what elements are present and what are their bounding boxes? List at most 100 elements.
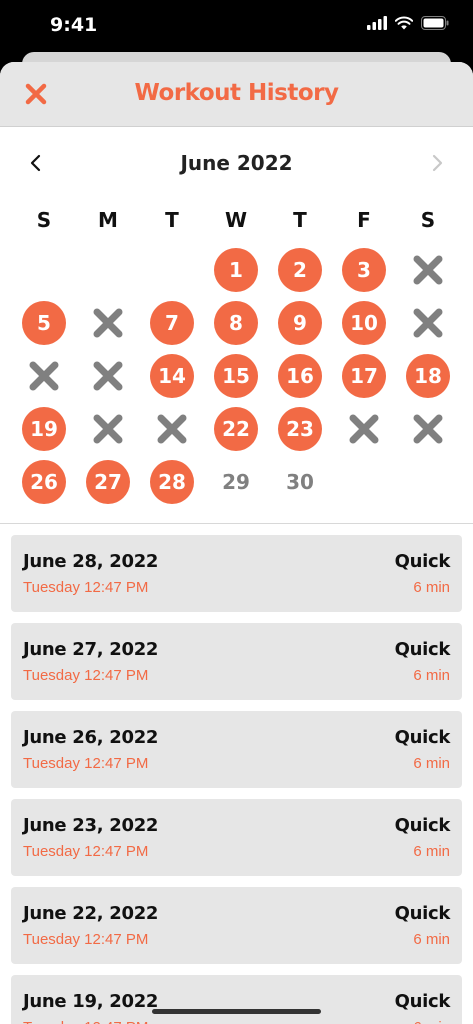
completed-day[interactable]: 14	[150, 353, 194, 398]
completed-day[interactable]: 17	[342, 353, 386, 398]
page-title: Workout History	[134, 80, 339, 106]
completed-day[interactable]: 15	[214, 353, 258, 398]
calendar-week-row: 19 22 23	[12, 402, 473, 455]
battery-icon	[421, 16, 449, 30]
status-icons	[367, 16, 449, 30]
calendar-week-row: 5 7 8 9 10	[12, 296, 473, 349]
weekday-label: T	[293, 208, 307, 232]
calendar-cell: 8	[204, 296, 268, 349]
completed-day[interactable]: 22	[214, 406, 258, 451]
completed-day[interactable]: 26	[22, 459, 66, 504]
calendar-cell: 28	[140, 455, 204, 508]
completed-day[interactable]: 7	[150, 300, 194, 345]
calendar-cell: 22	[204, 402, 268, 455]
calendar-cell	[140, 402, 204, 455]
missed-day-x-icon	[349, 414, 379, 443]
completed-day[interactable]: 8	[214, 300, 258, 345]
missed-day-x-icon	[93, 414, 123, 443]
calendar-navigation: June 2022	[0, 127, 473, 197]
calendar-cell: 9	[268, 296, 332, 349]
workout-history-item[interactable]: June 28, 2022 Tuesday 12:47 PM Quick 6 min	[11, 535, 462, 612]
workout-type: Quick	[394, 991, 451, 1012]
completed-day[interactable]: 18	[406, 353, 450, 398]
calendar-cell	[396, 455, 460, 508]
calendar-cell: 5	[12, 296, 76, 349]
status-bar: 9:41	[0, 0, 473, 52]
home-indicator	[152, 1009, 321, 1014]
calendar-cell: 29	[204, 455, 268, 508]
calendar-cell	[396, 243, 460, 296]
calendar-cell: 26	[12, 455, 76, 508]
weekday-label: F	[357, 208, 371, 232]
completed-day[interactable]: 1	[214, 247, 258, 292]
workout-time: Tuesday 12:47 PM	[23, 1019, 148, 1024]
calendar-cell: 10	[332, 296, 396, 349]
workout-type: Quick	[394, 815, 451, 836]
completed-day[interactable]: 10	[342, 300, 386, 345]
calendar-cell: 2	[268, 243, 332, 296]
workout-history-sheet: Workout History June 2022 SMTWTFS 123578…	[0, 62, 473, 1024]
missed-day-x-icon	[93, 361, 123, 390]
calendar-cell: 27	[76, 455, 140, 508]
workout-duration: 6 min	[413, 843, 450, 860]
chevron-right-icon	[432, 154, 443, 172]
workout-type: Quick	[394, 903, 451, 924]
calendar-cell: 16	[268, 349, 332, 402]
completed-day[interactable]: 16	[278, 353, 322, 398]
completed-day[interactable]: 9	[278, 300, 322, 345]
workout-date: June 19, 2022	[23, 991, 159, 1012]
calendar-cell	[76, 296, 140, 349]
completed-day[interactable]: 23	[278, 406, 322, 451]
calendar-cell: 15	[204, 349, 268, 402]
workout-date: June 27, 2022	[23, 639, 159, 660]
workout-history-item[interactable]: June 27, 2022 Tuesday 12:47 PM Quick 6 min	[11, 623, 462, 700]
calendar-cell	[76, 243, 140, 296]
workout-date: June 22, 2022	[23, 903, 159, 924]
weekday-label: T	[165, 208, 179, 232]
weekday-label: S	[420, 208, 436, 232]
workout-time: Tuesday 12:47 PM	[23, 579, 149, 596]
completed-day[interactable]: 27	[86, 459, 130, 504]
workout-type: Quick	[394, 639, 451, 660]
workout-date: June 28, 2022	[23, 551, 159, 572]
calendar-cell: 23	[268, 402, 332, 455]
completed-day[interactable]: 3	[342, 247, 386, 292]
workout-history-item[interactable]: June 22, 2022 Tuesday 12:47 PM Quick 6 min	[11, 887, 462, 964]
calendar-grid: 1 2 3 5 7 8 9 10 14 15 16 17 18 19 22 23 26 27 28 29 30	[0, 243, 473, 508]
missed-day-x-icon	[29, 361, 59, 390]
workout-time: Tuesday 12:47 PM	[23, 931, 149, 948]
completed-day[interactable]: 5	[22, 300, 66, 345]
workout-time: Tuesday 12:47 PM	[23, 667, 149, 684]
calendar-cell: 30	[268, 455, 332, 508]
weekday-label: M	[98, 208, 118, 232]
calendar-cell: 14	[140, 349, 204, 402]
calendar-cell: 17	[332, 349, 396, 402]
weekday-header: SMTWTFS	[12, 197, 473, 243]
calendar-cell: 7	[140, 296, 204, 349]
workout-type: Quick	[394, 551, 451, 572]
future-day: 30	[286, 469, 314, 494]
workout-duration: 6 min	[413, 667, 450, 684]
sheet-header: Workout History	[0, 62, 473, 127]
completed-day[interactable]: 2	[278, 247, 322, 292]
workout-history-list: June 28, 2022 Tuesday 12:47 PM Quick 6 min J…	[0, 524, 473, 1024]
calendar-cell	[396, 402, 460, 455]
workout-history-item[interactable]: June 19, 2022 Tuesday 12:47 PM Quick 6 min	[11, 975, 462, 1024]
calendar-week-row: 26 27 28 29 30	[12, 455, 473, 508]
calendar-cell	[76, 402, 140, 455]
workout-type: Quick	[394, 727, 451, 748]
completed-day[interactable]: 19	[22, 406, 66, 451]
workout-time: Tuesday 12:47 PM	[23, 843, 149, 860]
month-title: June 2022	[180, 151, 293, 175]
workout-date: June 23, 2022	[23, 815, 159, 836]
weekday-label: S	[36, 208, 52, 232]
missed-day-x-icon	[413, 255, 443, 284]
completed-day[interactable]: 28	[150, 459, 194, 504]
workout-history-item[interactable]: June 26, 2022 Tuesday 12:47 PM Quick 6 min	[11, 711, 462, 788]
workout-duration: 6 min	[413, 755, 450, 772]
calendar-week-row: 14 15 16 17 18	[12, 349, 473, 402]
missed-day-x-icon	[413, 414, 443, 443]
workout-history-item[interactable]: June 23, 2022 Tuesday 12:47 PM Quick 6 min	[11, 799, 462, 876]
signal-icon	[367, 16, 387, 30]
weekday-label: W	[224, 208, 248, 232]
